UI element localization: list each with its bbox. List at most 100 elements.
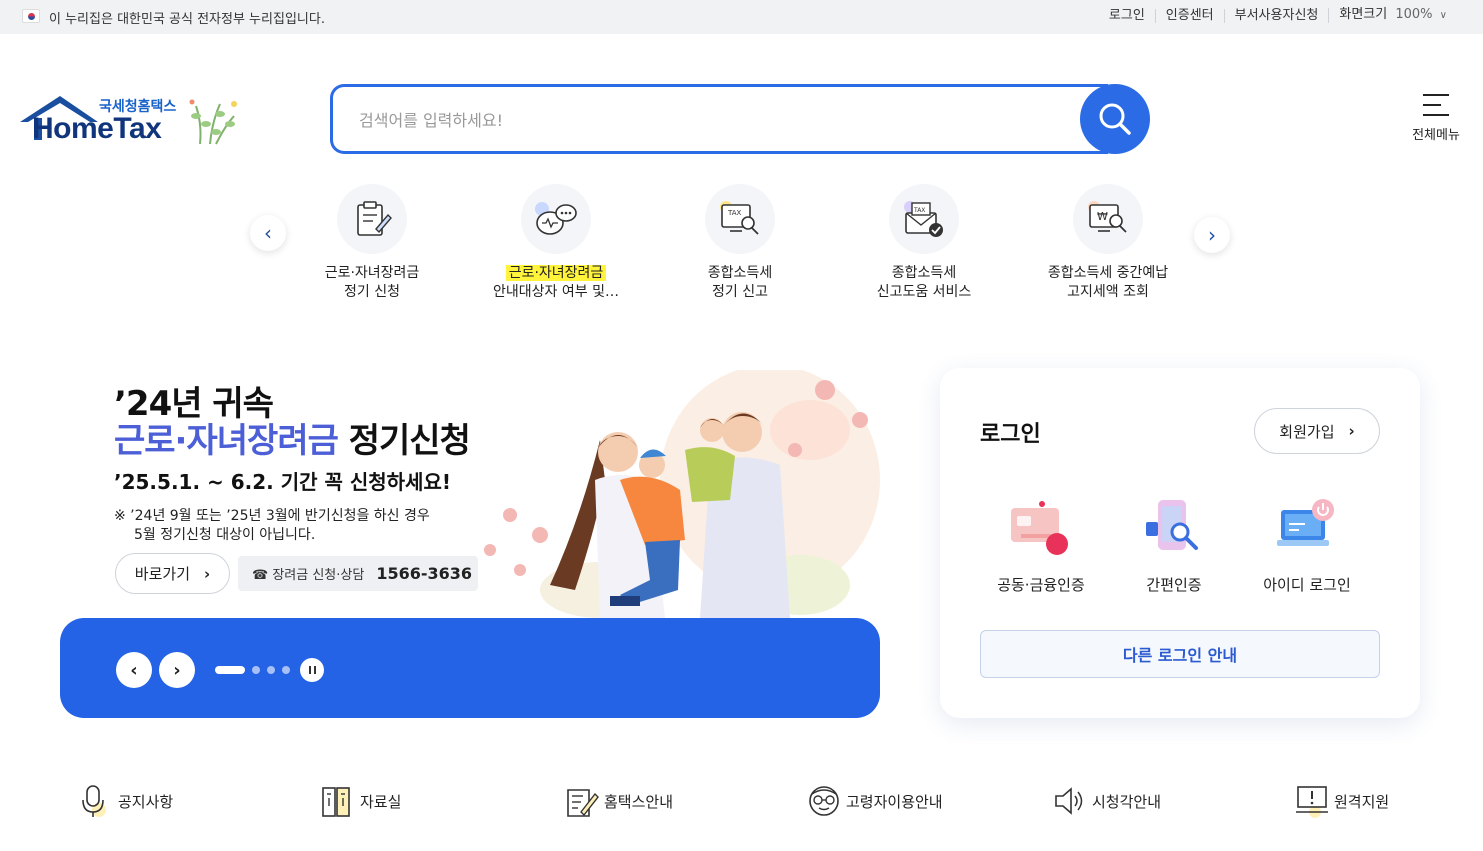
quick-menu-label-line1: 종합소득세 bbox=[891, 265, 957, 281]
login-option-certificate[interactable]: 공동·금융인증 bbox=[976, 496, 1106, 595]
utility-links: 로그인 인증센터 부서사용자신청 화면크기 100% ∨ bbox=[1099, 8, 1457, 23]
bottom-link-label: 고령자이용안내 bbox=[846, 792, 943, 811]
monitor-remote-icon bbox=[1295, 784, 1329, 818]
banner-next-button[interactable]: › bbox=[159, 652, 195, 688]
bottom-link-notice[interactable]: 공지사항 bbox=[79, 782, 173, 820]
bottom-link-label: 홈택스안내 bbox=[604, 792, 674, 811]
quick-menu-label-line2: 고지세액 조회 bbox=[1067, 284, 1149, 300]
korea-flag-icon bbox=[22, 9, 40, 23]
util-link-dept-user[interactable]: 부서사용자신청 bbox=[1223, 8, 1329, 23]
won-monitor-search-icon: ₩ bbox=[1073, 184, 1143, 254]
laptop-power-icon bbox=[1275, 496, 1339, 560]
chevron-right-icon: › bbox=[1208, 223, 1216, 247]
banner-dot-1[interactable] bbox=[215, 666, 245, 674]
document-pen-icon bbox=[565, 784, 599, 818]
banner-period: ’25.5.1. ~ 6.2. 기간 꼭 신청하세요! bbox=[114, 466, 451, 495]
phone-number: 1566-3636 bbox=[376, 564, 473, 583]
quick-menu-item-filing-help-service[interactable]: TAX 종합소득세 신고도움 서비스 bbox=[844, 184, 1004, 302]
chevron-left-icon: ‹ bbox=[130, 659, 138, 681]
speaker-icon bbox=[1053, 784, 1087, 818]
quick-menu-next-button[interactable]: › bbox=[1194, 217, 1230, 253]
clipboard-pen-icon bbox=[337, 184, 407, 254]
logo-title: HomeTax bbox=[32, 112, 162, 145]
quick-menu-item-incentive-apply[interactable]: 근로·자녀장려금 정기 신청 bbox=[292, 184, 452, 302]
quick-menu-label-line2: 정기 신고 bbox=[712, 284, 768, 300]
quick-menu-item-interim-prepayment[interactable]: ₩ 종합소득세 중간예납 고지세액 조회 bbox=[1028, 184, 1188, 302]
microphone-icon bbox=[79, 784, 113, 818]
gov-banner-bar: 이 누리집은 대한민국 공식 전자정부 누리집입니다. 로그인 인증센터 부서사… bbox=[0, 0, 1483, 34]
search-input[interactable] bbox=[359, 107, 1059, 133]
bottom-link-remote-support[interactable]: 원격지원 bbox=[1295, 782, 1389, 820]
banner-title: 근로·자녀장려금 정기신청 bbox=[114, 413, 471, 462]
banner-pause-button[interactable] bbox=[300, 658, 324, 682]
archive-icon bbox=[321, 784, 355, 818]
quick-menu-item-income-tax-filing[interactable]: TAX 종합소득세 정기 신고 bbox=[660, 184, 820, 302]
phone-consult-box: ☎ 장려금 신청·상담 1566-3636 bbox=[238, 556, 478, 591]
bottom-link-label: 자료실 bbox=[360, 792, 402, 811]
quick-menu-label-line1: 근로·자녀장려금 bbox=[324, 265, 420, 281]
hometax-logo[interactable]: 국세청홈택스 HomeTax bbox=[20, 94, 245, 150]
login-option-label: 간편인증 bbox=[1146, 576, 1202, 594]
quick-menu-label-line2: 정기 신청 bbox=[344, 284, 400, 300]
highlighted-label: 근로·자녀장려금 bbox=[505, 265, 607, 281]
tax-envelope-check-icon: TAX bbox=[889, 184, 959, 254]
search-button[interactable] bbox=[1080, 84, 1150, 154]
bottom-link-elderly-guide[interactable]: 고령자이용안내 bbox=[807, 782, 943, 820]
search-icon bbox=[1099, 103, 1131, 135]
chevron-down-icon: ∨ bbox=[1439, 10, 1447, 21]
bottom-link-archive[interactable]: 자료실 bbox=[321, 782, 401, 820]
chevron-left-icon: ‹ bbox=[264, 221, 272, 245]
zoom-value: 100% bbox=[1395, 7, 1433, 22]
util-link-login[interactable]: 로그인 bbox=[1099, 8, 1155, 23]
banner-dot-2[interactable] bbox=[252, 666, 260, 674]
banner-prev-button[interactable]: ‹ bbox=[116, 652, 152, 688]
pause-icon bbox=[308, 666, 311, 674]
quick-menu-label-line1: 종합소득세 bbox=[707, 265, 773, 281]
quick-menu-prev-button[interactable]: ‹ bbox=[250, 215, 286, 251]
pause-icon-bar bbox=[313, 666, 316, 674]
certificate-card-icon bbox=[1009, 496, 1073, 560]
quick-menu-label-line1: 근로·자녀장려금 bbox=[476, 264, 636, 283]
tax-monitor-search-icon: TAX bbox=[705, 184, 775, 254]
quick-menu-label-line2: 안내대상자 여부 및… bbox=[493, 284, 619, 300]
svg-text:TAX: TAX bbox=[913, 207, 925, 214]
banner-dot-4[interactable] bbox=[282, 666, 290, 674]
banner-title-highlight: 근로·자녀장려금 bbox=[114, 421, 339, 461]
svg-text:₩: ₩ bbox=[1097, 210, 1108, 223]
login-option-label: 공동·금융인증 bbox=[997, 576, 1085, 594]
join-label: 회원가입 bbox=[1279, 422, 1335, 441]
bottom-link-audiovisual-guide[interactable]: 시청각안내 bbox=[1053, 782, 1161, 820]
search-bar bbox=[330, 84, 1150, 154]
login-title: 로그인 bbox=[980, 422, 1041, 447]
banner-dot-3[interactable] bbox=[267, 666, 275, 674]
chevron-right-icon: › bbox=[173, 659, 181, 681]
other-login-guide-button[interactable]: 다른 로그인 안내 bbox=[980, 630, 1380, 678]
login-option-label: 아이디 로그인 bbox=[1263, 576, 1351, 594]
screen-size-control[interactable]: 화면크기 100% ∨ bbox=[1328, 8, 1457, 23]
banner-note-line2: 5월 정기신청 대상이 아닙니다. bbox=[134, 527, 316, 543]
elderly-face-icon bbox=[807, 784, 841, 818]
bottom-link-hometax-guide[interactable]: 홈택스안내 bbox=[565, 782, 673, 820]
bottom-link-label: 원격지원 bbox=[1334, 792, 1390, 811]
search-field-box bbox=[330, 84, 1108, 154]
login-option-id-login[interactable]: 아이디 로그인 bbox=[1242, 496, 1372, 595]
quick-menu-item-incentive-eligibility[interactable]: 근로·자녀장려금 안내대상자 여부 및… bbox=[476, 184, 636, 302]
phone-label: ☎ 장려금 신청·상담 bbox=[252, 568, 365, 583]
chevron-right-icon: › bbox=[1348, 422, 1355, 440]
hamburger-icon bbox=[1423, 94, 1449, 116]
all-menu-label: 전체메뉴 bbox=[1412, 128, 1460, 143]
quick-menu-label-line2: 신고도움 서비스 bbox=[876, 284, 972, 300]
util-link-cert-center[interactable]: 인증센터 bbox=[1154, 8, 1224, 23]
svg-text:TAX: TAX bbox=[727, 209, 742, 217]
bottom-link-label: 공지사항 bbox=[118, 792, 174, 811]
screen-size-label: 화면크기 bbox=[1339, 7, 1388, 22]
bottom-link-label: 시청각안내 bbox=[1092, 792, 1162, 811]
login-option-simple-auth[interactable]: 간편인증 bbox=[1109, 496, 1239, 595]
join-button[interactable]: 회원가입 › bbox=[1254, 408, 1380, 454]
chevron-right-icon: › bbox=[204, 564, 211, 583]
family-illustration bbox=[484, 370, 880, 618]
login-panel: 로그인 회원가입 › 공동·금융인증 간편인증 아이디 로그인 다른 로그인 안… bbox=[940, 368, 1420, 718]
banner-goto-button[interactable]: 바로가기 › bbox=[115, 553, 230, 594]
all-menu-button[interactable]: 전체메뉴 bbox=[1408, 94, 1464, 143]
phone-search-icon bbox=[1142, 496, 1206, 560]
